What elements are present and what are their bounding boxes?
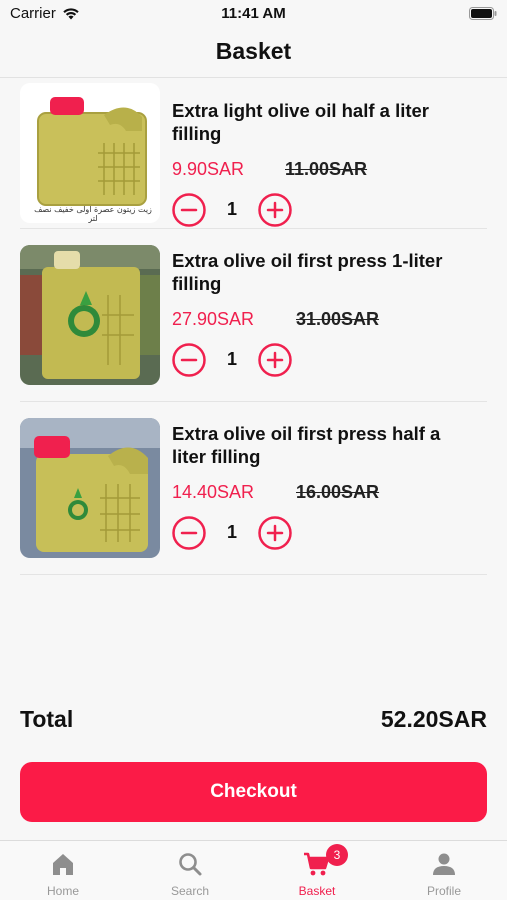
- tab-profile[interactable]: Profile: [381, 841, 507, 900]
- person-icon: [433, 853, 455, 875]
- page-title: Basket: [215, 38, 292, 64]
- product-image[interactable]: [20, 418, 160, 558]
- original-price: 31.00SAR: [296, 309, 380, 329]
- product-name[interactable]: Extra olive oil first press 1-liter fill…: [172, 249, 477, 295]
- olive-oil-jug-image: [20, 83, 160, 223]
- tab-bar: Home Search 3 Basket Profile: [0, 840, 507, 900]
- total-label: Total: [20, 706, 74, 732]
- product-image[interactable]: زيت زيتون عصرة اولى خفيف نصف لتر: [20, 83, 160, 223]
- original-price: 11.00SAR: [285, 159, 368, 179]
- basket-item: Extra olive oil first press 1-liter fill…: [20, 229, 487, 402]
- clock: 11:41 AM: [221, 5, 286, 22]
- increase-quantity-button[interactable]: [258, 343, 292, 377]
- basket-item: Extra olive oil first press half a liter…: [20, 402, 487, 575]
- tab-label: Profile: [426, 884, 461, 898]
- sale-price: 9.90SAR: [172, 159, 245, 179]
- increase-quantity-button[interactable]: [258, 516, 292, 550]
- total-row: Total 52.20SAR: [20, 706, 487, 736]
- product-image[interactable]: [20, 245, 160, 385]
- tab-search[interactable]: Search: [127, 841, 253, 900]
- sale-price: 27.90SAR: [172, 309, 255, 329]
- thumb-caption: زيت زيتون عصرة اولى خفيف نصف لتر: [34, 205, 152, 223]
- quantity-stepper: 1: [172, 193, 487, 229]
- olive-oil-jug-image: [20, 245, 160, 385]
- tab-basket[interactable]: 3 Basket: [254, 841, 380, 900]
- home-icon: [53, 854, 73, 875]
- product-name[interactable]: Extra olive oil first press half a liter…: [172, 422, 477, 468]
- search-icon: [179, 853, 202, 876]
- tab-home[interactable]: Home: [0, 841, 126, 900]
- quantity-stepper: 1: [172, 516, 487, 552]
- increase-quantity-button[interactable]: [258, 193, 292, 227]
- original-price: 16.00SAR: [296, 482, 380, 502]
- decrease-quantity-button[interactable]: [172, 516, 206, 550]
- nav-bar: Basket: [0, 28, 507, 78]
- cart-count-badge: 3: [326, 844, 348, 866]
- sale-price: 14.40SAR: [172, 482, 255, 502]
- battery-icon: [469, 7, 497, 20]
- basket-item: زيت زيتون عصرة اولى خفيف نصف لتر Extra l…: [20, 79, 487, 229]
- quantity-value: 1: [226, 349, 237, 369]
- tab-label: Search: [170, 884, 210, 898]
- quantity-value: 1: [226, 522, 237, 542]
- decrease-quantity-button[interactable]: [172, 343, 206, 377]
- quantity-value: 1: [226, 199, 237, 219]
- status-bar: Carrier 11:41 AM: [0, 0, 507, 28]
- decrease-quantity-button[interactable]: [172, 193, 206, 227]
- tab-label: Home: [46, 884, 79, 898]
- quantity-stepper: 1: [172, 343, 487, 379]
- checkout-button[interactable]: Checkout: [20, 762, 487, 822]
- product-name[interactable]: Extra light olive oil half a liter filli…: [172, 99, 477, 145]
- olive-oil-jug-image: [20, 418, 160, 558]
- tab-label: Basket: [298, 884, 336, 898]
- total-value: 52.20SAR: [380, 706, 487, 732]
